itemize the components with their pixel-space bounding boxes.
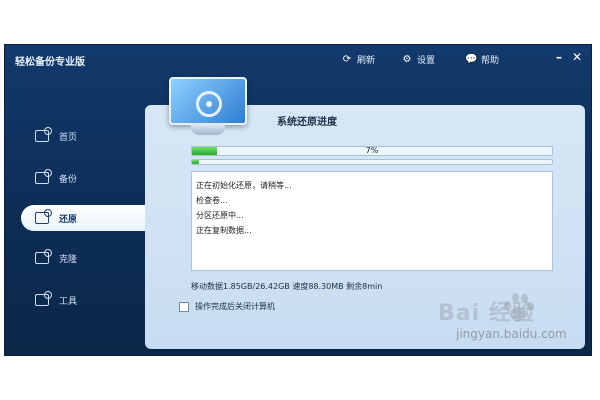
close-icon: ✕ (571, 50, 583, 64)
sidebar-item-label: 工具 (59, 296, 78, 307)
sidebar-item-label: 备份 (59, 174, 78, 185)
list-item: 分区还原中... (196, 211, 244, 220)
title-bar: 轻松备份专业版 ⟳ 刷新 ⚙ 设置 💬 帮助 – ✕ (5, 45, 591, 75)
baidu-watermark: Bai 经验 jingyan.baidu.com (438, 293, 592, 355)
sidebar-nav: 首页 备份 还原 克隆 工具 (5, 105, 150, 345)
backup-icon (35, 169, 52, 184)
progress-percent: 7% (365, 146, 379, 155)
secondary-progress-fill (192, 160, 200, 164)
settings-label: 设置 (417, 56, 436, 66)
sidebar-item-tools[interactable]: 工具 (21, 287, 141, 313)
list-item: 正在复制数据... (196, 226, 252, 235)
monitor-screen (169, 77, 247, 125)
settings-button[interactable]: ⚙ 设置 (401, 53, 436, 67)
tools-icon (35, 291, 52, 306)
monitor-stand (191, 123, 225, 135)
sidebar-item-label: 克隆 (59, 254, 78, 265)
sidebar-item-clone[interactable]: 克隆 (21, 245, 141, 271)
app-title: 轻松备份专业版 (15, 57, 85, 68)
shutdown-checkbox-label: 操作完成后关闭计算机 (195, 302, 275, 311)
watermark-url: jingyan.baidu.com (456, 327, 567, 341)
restore-icon (35, 209, 52, 224)
page-title: 系统还原进度 (277, 117, 337, 128)
shutdown-checkbox[interactable] (179, 301, 189, 312)
home-icon (35, 127, 52, 142)
refresh-label: 刷新 (357, 56, 376, 66)
close-button[interactable]: ✕ (569, 49, 585, 65)
secondary-progress-bar (191, 159, 553, 165)
sidebar-item-home[interactable]: 首页 (21, 123, 141, 149)
sidebar-item-restore[interactable]: 还原 (21, 205, 146, 231)
watermark-logo-text: Bai 经验 (438, 301, 535, 326)
sidebar-item-label: 首页 (59, 132, 78, 143)
main-progress-bar: 7% (191, 146, 553, 156)
refresh-icon: ⟳ (342, 53, 352, 65)
minimize-button[interactable]: – (551, 49, 567, 65)
log-list: 正在初始化还原，请稍等... 检查卷... 分区还原中... 正在复制数据... (191, 171, 553, 271)
list-item: 检查卷... (196, 196, 228, 205)
list-item: 正在初始化还原，请稍等... (196, 181, 292, 190)
minimize-icon: – (556, 50, 562, 64)
help-label: 帮助 (481, 56, 500, 66)
sidebar-item-backup[interactable]: 备份 (21, 165, 141, 191)
gear-icon: ⚙ (402, 53, 412, 65)
help-button[interactable]: 💬 帮助 (465, 53, 500, 67)
chat-bubble-icon: 💬 (465, 53, 478, 65)
refresh-button[interactable]: ⟳ 刷新 (341, 53, 376, 67)
restore-gear-icon (196, 91, 222, 117)
monitor-illustration (169, 77, 247, 139)
sidebar-item-label: 还原 (59, 214, 78, 225)
clone-icon (35, 249, 52, 264)
shutdown-option[interactable]: 操作完成后关闭计算机 (179, 301, 275, 312)
transfer-status: 移动数据1.85GB/26.42GB 速度88.30MB 剩余8min (191, 282, 383, 291)
